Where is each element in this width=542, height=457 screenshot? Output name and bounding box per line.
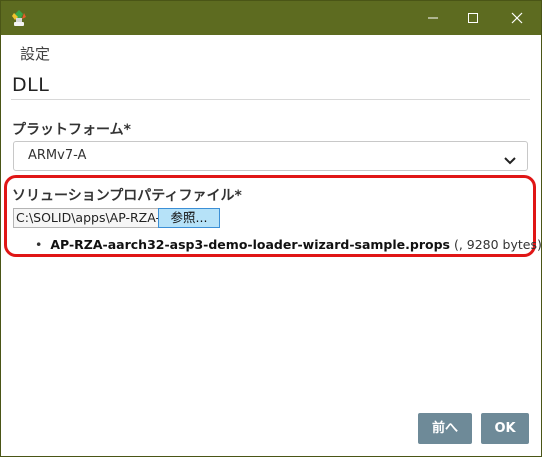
settings-breadcrumb: 設定 [20,45,51,63]
wizard-window: 設定 DLL プラットフォーム* ARMv7-A ソリューションプロパティファイ… [0,0,542,457]
minimize-icon [427,9,439,28]
close-icon [511,9,523,28]
platform-select-value: ARMv7-A [28,148,87,163]
list-bullet: • [35,237,43,252]
prev-button[interactable]: 前へ [418,413,472,444]
browse-button[interactable]: 参照... [158,208,220,228]
maximize-button[interactable] [453,1,493,35]
selected-file-meta: (, 9280 bytes) [449,237,542,252]
app-logo-icon [10,9,28,27]
section-title: DLL [12,74,50,96]
solution-props-label: ソリューションプロパティファイル* [12,188,242,204]
minimize-button[interactable] [413,1,453,35]
maximize-icon [467,9,479,28]
selected-file-name: AP-RZA-aarch32-asp3-demo-loader-wizard-s… [50,237,450,252]
ok-button[interactable]: OK [481,413,529,444]
platform-label: プラットフォーム* [12,122,131,138]
selected-file-item: • AP-RZA-aarch32-asp3-demo-loader-wizard-… [35,237,542,252]
chevron-down-icon [503,151,517,165]
section-divider [11,99,530,100]
close-button[interactable] [497,1,537,35]
platform-select[interactable]: ARMv7-A [13,141,528,171]
wizard-content: 設定 DLL プラットフォーム* ARMv7-A ソリューションプロパティファイ… [1,35,541,456]
title-bar [1,1,541,35]
